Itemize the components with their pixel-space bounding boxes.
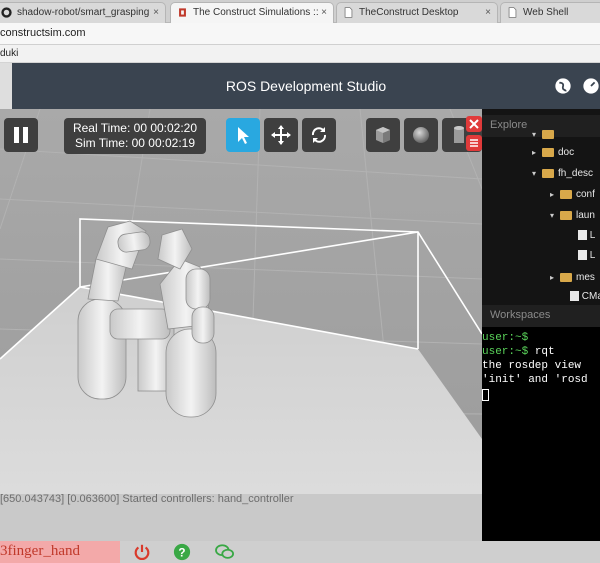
page-icon (344, 7, 353, 18)
real-time-label: Real Time: 00 00:02:20 (72, 121, 198, 135)
folder-icon (560, 189, 572, 199)
close-icon[interactable] (466, 116, 482, 132)
insert-box-button[interactable] (366, 118, 400, 152)
tree-item-config[interactable]: ▸ conf (550, 189, 595, 200)
cursor-icon (238, 127, 249, 144)
tab-label: Web Shell (523, 7, 569, 18)
tree-item-folder[interactable]: ▾ (532, 129, 558, 140)
terminal-line: user:~$ (482, 331, 600, 345)
move-icon (271, 125, 291, 145)
tree-item-doc[interactable]: ▸ doc (532, 147, 574, 158)
help-icon[interactable]: ? (173, 543, 191, 561)
tree-item-meshes[interactable]: ▸ mes (550, 272, 595, 283)
tab-construct-simulations[interactable]: The Construct Simulations :: × (170, 2, 334, 24)
robot-name-label: 3finger_hand (0, 541, 120, 563)
url-text: constructsim.com (0, 27, 86, 39)
close-icon[interactable]: × (321, 7, 327, 18)
caret-icon: ▸ (550, 273, 555, 282)
gauge-icon[interactable] (582, 77, 600, 95)
tree-item-file[interactable]: L (578, 250, 595, 261)
caret-icon: ▸ (532, 148, 537, 157)
file-icon (578, 250, 587, 261)
tab-web-shell[interactable]: Web Shell (500, 2, 600, 23)
folder-icon (560, 272, 572, 282)
construct-icon (179, 8, 186, 17)
globe-icon[interactable] (554, 77, 572, 95)
translate-mode-button[interactable] (264, 118, 298, 152)
tree-item-cmake[interactable]: CMa (570, 291, 600, 302)
bottom-bar: 3finger_hand ? (0, 541, 600, 563)
address-bar[interactable]: constructsim.com (0, 23, 600, 45)
chat-icon[interactable] (214, 543, 236, 561)
time-display: Real Time: 00 00:02:20 Sim Time: 00 00:0… (64, 118, 206, 154)
select-mode-button[interactable] (226, 118, 260, 152)
grid-menu-icon[interactable] (466, 135, 482, 151)
app-title: ROS Development Studio (225, 78, 387, 94)
file-icon (578, 230, 587, 241)
cube-icon (376, 127, 390, 143)
simulation-viewport[interactable]: [650.043743] [0.063600] Started controll… (0, 109, 482, 541)
page-icon (508, 7, 517, 18)
app-header: ROS Development Studio (12, 63, 600, 109)
close-icon[interactable]: × (153, 7, 159, 18)
folder-icon (560, 210, 572, 220)
terminal-line: the rosdep view (482, 360, 582, 372)
gazebo-scene (0, 109, 482, 541)
tab-construct-desktop[interactable]: TheConstruct Desktop × (336, 2, 498, 23)
bookmarks-bar: duki (0, 45, 600, 63)
pause-button[interactable] (4, 118, 38, 152)
tree-item-file[interactable]: L (578, 230, 595, 241)
workspaces-header: Workspaces (482, 305, 600, 327)
folder-icon (542, 129, 554, 139)
terminal-line: user:~$ rqt (482, 345, 600, 359)
browser-tab-bar: shadow-robot/smart_grasping × The Constr… (0, 0, 600, 24)
terminal-prompt: user:~$ (482, 332, 529, 344)
caret-icon: ▸ (550, 190, 555, 199)
terminal-line: 'init' and 'rosd (482, 374, 588, 386)
rotate-mode-button[interactable] (302, 118, 336, 152)
tree-item-fh-desc[interactable]: ▾ fh_desc (532, 168, 593, 179)
close-icon[interactable]: × (485, 7, 491, 18)
rotate-icon (311, 127, 327, 143)
tab-label: shadow-robot/smart_grasping (17, 7, 150, 18)
file-icon (570, 291, 579, 302)
tab-label: TheConstruct Desktop (359, 7, 459, 18)
insert-sphere-button[interactable] (404, 118, 438, 152)
github-icon (1, 7, 12, 18)
bookmark-item[interactable]: duki (0, 48, 18, 59)
pause-icon (14, 127, 28, 143)
power-icon[interactable] (133, 543, 151, 561)
terminal-prompt: user:~$ (482, 346, 529, 358)
sim-time-label: Sim Time: 00 00:02:19 (74, 136, 196, 150)
tab-label: The Construct Simulations :: (193, 7, 319, 18)
terminal[interactable]: user:~$ user:~$ rqt the rosdep view'init' … (482, 327, 600, 541)
folder-icon (542, 147, 554, 157)
tab-smart-grasping[interactable]: shadow-robot/smart_grasping × (0, 2, 166, 23)
terminal-command: rqt (528, 346, 555, 358)
svg-text:?: ? (178, 547, 185, 560)
sphere-icon (413, 127, 429, 143)
caret-icon: ▾ (550, 211, 555, 220)
terminal-cursor (482, 389, 489, 401)
caret-icon: ▾ (532, 169, 537, 178)
screenshot-root: shadow-robot/smart_grasping × The Constr… (0, 0, 600, 563)
caret-icon: ▾ (532, 130, 537, 139)
side-panel: Explore ▾ ▸ doc ▾ fh_desc ▸ conf ▾ laun L L … (482, 109, 600, 541)
log-output: [650.043743] [0.063600] Started controll… (0, 493, 294, 505)
folder-icon (542, 168, 554, 178)
tree-item-launch[interactable]: ▾ laun (550, 210, 595, 221)
